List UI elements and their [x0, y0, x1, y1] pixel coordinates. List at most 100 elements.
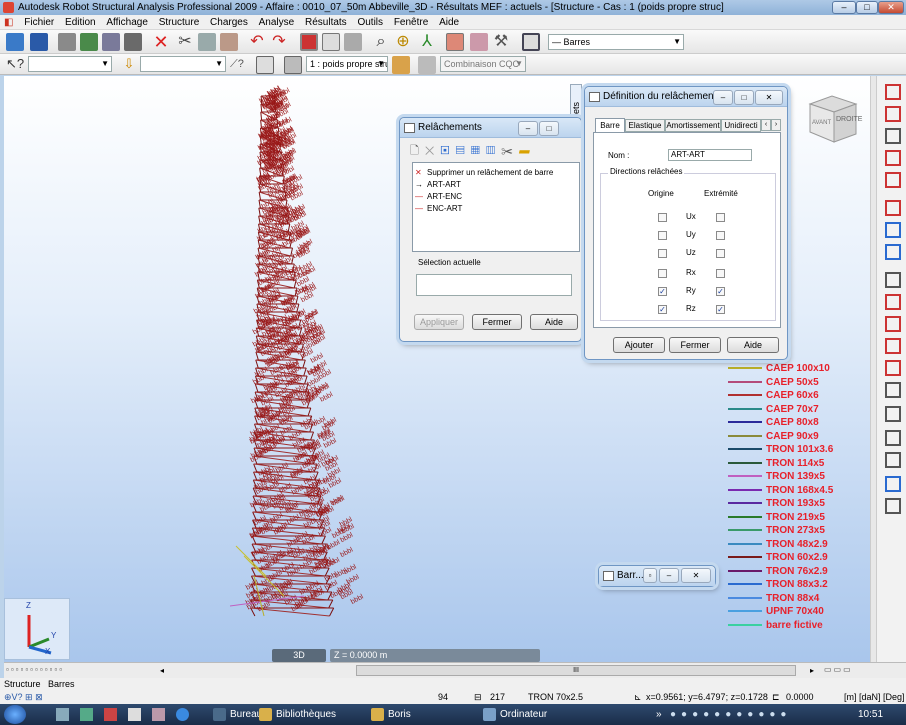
- folder-icon[interactable]: ▰: [519, 145, 536, 157]
- minimize-button[interactable]: –: [832, 1, 856, 14]
- tab-unidirectionnel[interactable]: Unidirecti: [721, 119, 761, 132]
- end-checkbox-uy[interactable]: [716, 230, 725, 240]
- definition-minimize-button[interactable]: –: [713, 90, 733, 105]
- definition-close-button[interactable]: ✕: [755, 90, 783, 105]
- quicklaunch-robot-icon[interactable]: [104, 708, 117, 721]
- settings-gear-icon[interactable]: [470, 33, 488, 51]
- definition-help-button[interactable]: Aide: [727, 337, 779, 353]
- grid-icon[interactable]: ▦: [471, 145, 486, 157]
- layout-icon[interactable]: [522, 33, 540, 51]
- scroll-thumb[interactable]: III: [356, 665, 796, 676]
- zoom-icon[interactable]: ⊕: [394, 33, 412, 51]
- add-button[interactable]: Ajouter: [613, 337, 665, 353]
- book-icon[interactable]: [80, 33, 98, 51]
- right-tool-icon[interactable]: [885, 172, 901, 188]
- releases-maximize-button[interactable]: □: [539, 121, 559, 136]
- list-item-enc-art[interactable]: — ENC-ART: [415, 204, 462, 213]
- end-checkbox-rz[interactable]: ✓: [716, 305, 725, 314]
- window-icon[interactable]: [256, 56, 274, 74]
- node-selection-combo[interactable]: ▼: [28, 56, 112, 72]
- combination-combo[interactable]: Combinaison CQC ▼: [440, 56, 526, 72]
- window-arrange-icons[interactable]: ▭▭▭: [824, 665, 904, 676]
- origin-checkbox-ry[interactable]: ✓: [658, 287, 667, 297]
- delete-icon[interactable]: ✕: [425, 145, 441, 157]
- system-tray-icons[interactable]: ●●●●●●●●●●●: [670, 709, 848, 720]
- table-view-icon[interactable]: ▥: [486, 145, 501, 157]
- delete-icon[interactable]: ✕: [152, 33, 170, 51]
- apply-button[interactable]: Appliquer: [414, 314, 464, 330]
- undo-icon[interactable]: ↶: [248, 33, 266, 51]
- calculator-icon[interactable]: [300, 33, 318, 51]
- maximize-button[interactable]: □: [856, 1, 878, 14]
- element-selection-combo[interactable]: ▼: [140, 56, 226, 72]
- list-icon[interactable]: ▣: [440, 145, 455, 157]
- right-tool-icon[interactable]: [885, 128, 901, 144]
- mini-minimize-button[interactable]: –: [659, 568, 679, 583]
- end-checkbox-uz[interactable]: [716, 248, 725, 258]
- paste-icon[interactable]: [220, 33, 238, 51]
- start-button[interactable]: [4, 705, 26, 724]
- right-tool-icon[interactable]: [885, 84, 901, 100]
- right-tool-icon[interactable]: [885, 200, 901, 216]
- list-item-art-art[interactable]: → ART-ART: [415, 180, 461, 189]
- quicklaunch-photo-icon[interactable]: [152, 708, 165, 721]
- releases-close-button[interactable]: Fermer: [472, 314, 522, 330]
- origin-checkbox-uy[interactable]: [658, 230, 667, 240]
- menu-resultats[interactable]: Résultats: [301, 15, 351, 30]
- right-tool-icon[interactable]: [885, 498, 901, 514]
- combination-icon[interactable]: [418, 56, 436, 74]
- bar-selection-combo[interactable]: — Barres ▼: [548, 34, 684, 50]
- help-cursor-icon[interactable]: ↖?: [6, 56, 24, 74]
- chart-icon[interactable]: [446, 33, 464, 51]
- status-tools[interactable]: ⊕V? ⊞ ⊠: [4, 690, 43, 704]
- list-item-art-enc[interactable]: — ART-ENC: [415, 192, 462, 201]
- right-tool-icon[interactable]: [885, 316, 901, 332]
- end-checkbox-rx[interactable]: [716, 269, 725, 279]
- status-units[interactable]: [m] [daN] [Deg]: [844, 690, 905, 704]
- preview-icon[interactable]: [102, 33, 120, 51]
- close-button[interactable]: ✕: [878, 1, 904, 14]
- load-icon[interactable]: ⇩: [120, 56, 138, 74]
- menu-analyse[interactable]: Analyse: [255, 15, 299, 30]
- definition-maximize-button[interactable]: □: [734, 90, 754, 105]
- right-tool-icon[interactable]: [885, 430, 901, 446]
- definition-close-action-button[interactable]: Fermer: [669, 337, 721, 353]
- details-icon[interactable]: ▤: [456, 145, 471, 157]
- right-tool-icon[interactable]: [885, 406, 901, 422]
- current-selection-field[interactable]: [416, 274, 572, 296]
- task-boris[interactable]: Boris: [368, 706, 411, 723]
- end-checkbox-ux[interactable]: [716, 213, 725, 222]
- task-ordinateur[interactable]: Ordinateur: [480, 706, 547, 723]
- quicklaunch-word-icon[interactable]: [128, 708, 141, 721]
- scroll-left-icon[interactable]: ◂: [160, 666, 164, 675]
- menu-outils[interactable]: Outils: [353, 15, 387, 30]
- right-tool-icon[interactable]: [885, 272, 901, 288]
- mini-restore-button[interactable]: ▫: [643, 568, 657, 583]
- right-tool-icon[interactable]: [885, 476, 901, 492]
- menu-structure[interactable]: Structure: [155, 15, 204, 30]
- menu-fichier[interactable]: Fichier: [20, 15, 58, 30]
- menu-affichage[interactable]: Affichage: [102, 15, 152, 30]
- task-bureau[interactable]: Bureau: [210, 706, 262, 723]
- right-tool-icon[interactable]: [885, 244, 901, 260]
- origin-checkbox-ux[interactable]: [658, 213, 667, 222]
- origin-checkbox-rx[interactable]: [658, 269, 667, 279]
- quicklaunch-app-icon[interactable]: [80, 708, 93, 721]
- open-icon[interactable]: [6, 33, 24, 51]
- releases-help-button[interactable]: Aide: [530, 314, 578, 330]
- tab-elastique[interactable]: Elastique: [625, 119, 665, 132]
- view-icons[interactable]: ▫▫▫▫▫▫▫▫▫▫▫▫: [6, 665, 156, 676]
- camera-icon[interactable]: [124, 33, 142, 51]
- axis-icon[interactable]: ⅄: [418, 33, 436, 51]
- list-item-delete[interactable]: ✕ Supprimer un relâchement de barre: [415, 168, 553, 177]
- scroll-right-icon[interactable]: ▸: [810, 666, 814, 675]
- right-tool-icon[interactable]: [885, 360, 901, 376]
- right-tool-icon[interactable]: [885, 338, 901, 354]
- z-level-field[interactable]: Z = 0.0000 m: [330, 649, 540, 662]
- menu-app-icon[interactable]: ◧: [0, 15, 17, 30]
- origin-checkbox-rz[interactable]: ✓: [658, 305, 667, 314]
- tab-structure[interactable]: Structure: [4, 678, 41, 690]
- releases-minimize-button[interactable]: –: [518, 121, 538, 136]
- quicklaunch-explorer-icon[interactable]: [56, 708, 69, 721]
- task-bibliotheques[interactable]: Bibliothèques: [256, 706, 336, 723]
